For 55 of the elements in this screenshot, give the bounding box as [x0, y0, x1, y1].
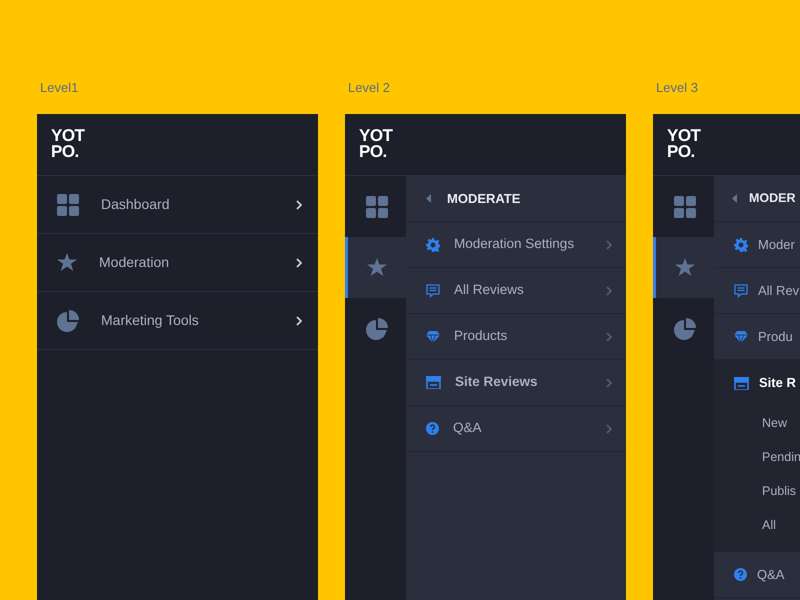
submenu-item[interactable]: Products	[406, 314, 626, 360]
logo: YOT PO.	[51, 128, 84, 160]
submenu-subitem[interactable]: New	[714, 406, 800, 440]
caret-left-icon	[732, 194, 737, 203]
pie-chart-icon	[57, 310, 79, 332]
submenu-item[interactable]: All Rev	[714, 268, 800, 314]
grid-icon	[366, 196, 388, 218]
submenu-subitem[interactable]: Pendin	[714, 440, 800, 474]
diamond-icon	[426, 330, 440, 342]
submenu-item[interactable]: Site R	[714, 360, 800, 406]
submenu-item[interactable]: Moderation Settings	[406, 222, 626, 268]
submenu-back-header[interactable]: MODERATE	[406, 176, 626, 222]
rail-item[interactable]	[345, 237, 406, 298]
submenu-subitem[interactable]: Publis	[714, 474, 800, 508]
chevron-right-icon	[606, 240, 612, 250]
submenu-item[interactable]: Site Reviews	[406, 360, 626, 406]
chevron-right-icon	[606, 286, 612, 296]
rail-item[interactable]	[653, 237, 714, 298]
submenu-item[interactable]: All Reviews	[406, 268, 626, 314]
star-icon	[57, 253, 77, 272]
storefront-icon	[734, 376, 749, 390]
caret-left-icon	[426, 194, 431, 203]
panel-caption: Level1	[40, 80, 78, 95]
grid-icon	[57, 194, 79, 216]
gear-icon	[426, 238, 440, 252]
diamond-icon	[734, 330, 748, 342]
chevron-right-icon	[606, 424, 612, 434]
submenu-item[interactable]: Q&A	[406, 406, 626, 452]
logo: YOT PO.	[359, 128, 392, 160]
submenu-back-header[interactable]: MODER	[714, 176, 800, 222]
chevron-right-icon	[296, 200, 302, 210]
grid-icon	[674, 196, 696, 218]
chat-icon	[734, 284, 748, 298]
panel-caption: Level 2	[348, 80, 390, 95]
storefront-icon	[426, 376, 441, 389]
star-icon	[367, 258, 387, 277]
pie-chart-icon	[674, 318, 696, 340]
submenu-subitem[interactable]: All	[714, 508, 800, 542]
panel-caption: Level 3	[656, 80, 698, 95]
submenu-item[interactable]: Q&A	[714, 552, 800, 598]
chevron-right-icon	[606, 378, 612, 388]
menu-item[interactable]: Marketing Tools	[37, 292, 318, 350]
help-icon	[734, 568, 747, 581]
star-icon	[675, 258, 695, 277]
menu-item[interactable]: Moderation	[37, 234, 318, 292]
chevron-right-icon	[296, 258, 302, 268]
chevron-right-icon	[606, 332, 612, 342]
submenu-item[interactable]: Moder	[714, 222, 800, 268]
menu-item[interactable]: Dashboard	[37, 176, 318, 234]
help-icon	[426, 422, 439, 435]
chat-icon	[426, 284, 440, 298]
chevron-right-icon	[296, 316, 302, 326]
gear-icon	[734, 238, 748, 252]
logo: YOT PO.	[667, 128, 700, 160]
pie-chart-icon	[366, 318, 388, 340]
